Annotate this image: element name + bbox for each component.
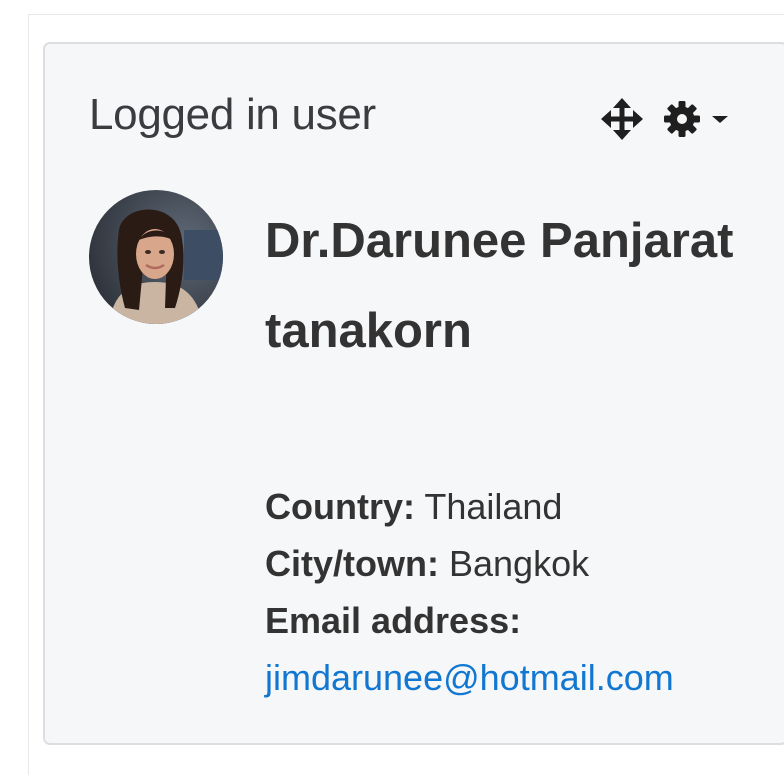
caret-down-icon[interactable] [709, 108, 731, 130]
city-label: City/town: [265, 543, 439, 584]
user-fullname[interactable]: Dr.Darunee Panjarattanakorn [265, 196, 745, 376]
email-label: Email address: [265, 600, 522, 641]
logged-in-user-block: Logged in user Dr.Darunee Panjarattanako… [43, 42, 784, 745]
block-title: Logged in user [89, 90, 376, 139]
country-value: Thailand [424, 486, 563, 527]
gear-icon[interactable] [663, 100, 701, 138]
email-link[interactable]: jimdarunee@hotmail.com [265, 657, 674, 698]
city-row: City/town: Bangkok [265, 535, 765, 592]
move-icon[interactable] [599, 96, 645, 142]
country-label: Country: [265, 486, 415, 527]
block-controls [599, 96, 731, 142]
email-row: Email address: [265, 592, 765, 649]
country-row: Country: Thailand [265, 478, 765, 535]
email-link-row: jimdarunee@hotmail.com [265, 649, 765, 706]
user-info: Country: Thailand City/town: Bangkok Ema… [265, 478, 765, 706]
city-value: Bangkok [449, 543, 590, 584]
user-avatar[interactable] [89, 190, 223, 324]
